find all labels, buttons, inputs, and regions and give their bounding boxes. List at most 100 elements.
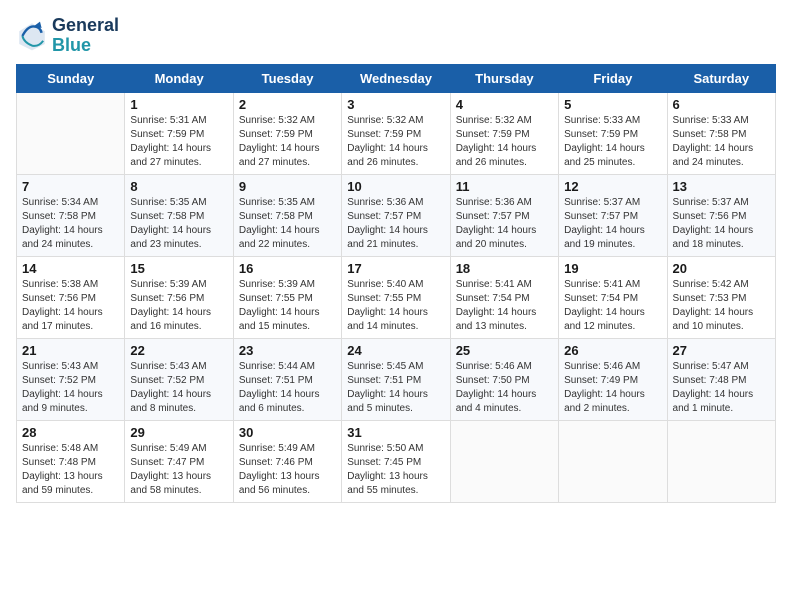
day-info: Sunrise: 5:31 AMSunset: 7:59 PMDaylight:…	[130, 114, 227, 170]
day-info: Sunrise: 5:49 AMSunset: 7:47 PMDaylight:…	[130, 442, 227, 498]
day-number: 10	[347, 179, 444, 194]
day-number: 8	[130, 179, 227, 194]
day-info: Sunrise: 5:46 AMSunset: 7:49 PMDaylight:…	[564, 360, 661, 416]
day-number: 11	[456, 179, 553, 194]
calendar-cell: 24 Sunrise: 5:45 AMSunset: 7:51 PMDayligh…	[342, 338, 450, 420]
day-info: Sunrise: 5:50 AMSunset: 7:45 PMDaylight:…	[347, 442, 444, 498]
weekday-header-sunday: Sunday	[17, 64, 125, 92]
calendar-cell	[450, 420, 558, 502]
day-info: Sunrise: 5:48 AMSunset: 7:48 PMDaylight:…	[22, 442, 119, 498]
logo-text: General Blue	[52, 16, 119, 56]
day-number: 3	[347, 97, 444, 112]
calendar-cell: 22 Sunrise: 5:43 AMSunset: 7:52 PMDayligh…	[125, 338, 233, 420]
day-info: Sunrise: 5:32 AMSunset: 7:59 PMDaylight:…	[347, 114, 444, 170]
calendar-cell: 25 Sunrise: 5:46 AMSunset: 7:50 PMDayligh…	[450, 338, 558, 420]
weekday-header-wednesday: Wednesday	[342, 64, 450, 92]
day-number: 9	[239, 179, 336, 194]
calendar-cell	[667, 420, 775, 502]
day-info: Sunrise: 5:37 AMSunset: 7:57 PMDaylight:…	[564, 196, 661, 252]
day-number: 22	[130, 343, 227, 358]
day-number: 18	[456, 261, 553, 276]
day-number: 30	[239, 425, 336, 440]
day-number: 4	[456, 97, 553, 112]
day-info: Sunrise: 5:49 AMSunset: 7:46 PMDaylight:…	[239, 442, 336, 498]
day-info: Sunrise: 5:37 AMSunset: 7:56 PMDaylight:…	[673, 196, 770, 252]
day-info: Sunrise: 5:36 AMSunset: 7:57 PMDaylight:…	[347, 196, 444, 252]
day-number: 23	[239, 343, 336, 358]
calendar-cell: 30 Sunrise: 5:49 AMSunset: 7:46 PMDayligh…	[233, 420, 341, 502]
calendar-cell: 9 Sunrise: 5:35 AMSunset: 7:58 PMDaylight…	[233, 174, 341, 256]
calendar-cell: 1Sunrise: 5:31 AMSunset: 7:59 PMDaylight…	[125, 92, 233, 174]
calendar-cell: 15 Sunrise: 5:39 AMSunset: 7:56 PMDayligh…	[125, 256, 233, 338]
day-number: 24	[347, 343, 444, 358]
calendar-cell: 23 Sunrise: 5:44 AMSunset: 7:51 PMDayligh…	[233, 338, 341, 420]
calendar-cell: 4 Sunrise: 5:32 AMSunset: 7:59 PMDaylight…	[450, 92, 558, 174]
day-number: 28	[22, 425, 119, 440]
day-info: Sunrise: 5:42 AMSunset: 7:53 PMDaylight:…	[673, 278, 770, 334]
day-number: 21	[22, 343, 119, 358]
calendar-cell: 18 Sunrise: 5:41 AMSunset: 7:54 PMDayligh…	[450, 256, 558, 338]
day-info: Sunrise: 5:46 AMSunset: 7:50 PMDaylight:…	[456, 360, 553, 416]
day-info: Sunrise: 5:33 AMSunset: 7:59 PMDaylight:…	[564, 114, 661, 170]
day-number: 15	[130, 261, 227, 276]
day-number: 13	[673, 179, 770, 194]
day-number: 5	[564, 97, 661, 112]
calendar-cell: 17 Sunrise: 5:40 AMSunset: 7:55 PMDayligh…	[342, 256, 450, 338]
calendar-cell: 11 Sunrise: 5:36 AMSunset: 7:57 PMDayligh…	[450, 174, 558, 256]
calendar-cell: 12 Sunrise: 5:37 AMSunset: 7:57 PMDayligh…	[559, 174, 667, 256]
day-number: 7	[22, 179, 119, 194]
day-info: Sunrise: 5:35 AMSunset: 7:58 PMDaylight:…	[239, 196, 336, 252]
day-number: 17	[347, 261, 444, 276]
calendar-week-row: 21 Sunrise: 5:43 AMSunset: 7:52 PMDayligh…	[17, 338, 776, 420]
day-info: Sunrise: 5:39 AMSunset: 7:55 PMDaylight:…	[239, 278, 336, 334]
calendar-cell: 16 Sunrise: 5:39 AMSunset: 7:55 PMDayligh…	[233, 256, 341, 338]
calendar-week-row: 14 Sunrise: 5:38 AMSunset: 7:56 PMDayligh…	[17, 256, 776, 338]
weekday-header-saturday: Saturday	[667, 64, 775, 92]
day-info: Sunrise: 5:35 AMSunset: 7:58 PMDaylight:…	[130, 196, 227, 252]
logo: General Blue	[16, 16, 119, 56]
calendar-cell: 5 Sunrise: 5:33 AMSunset: 7:59 PMDaylight…	[559, 92, 667, 174]
day-info: Sunrise: 5:47 AMSunset: 7:48 PMDaylight:…	[673, 360, 770, 416]
day-info: Sunrise: 5:36 AMSunset: 7:57 PMDaylight:…	[456, 196, 553, 252]
day-info: Sunrise: 5:33 AMSunset: 7:58 PMDaylight:…	[673, 114, 770, 170]
day-info: Sunrise: 5:45 AMSunset: 7:51 PMDaylight:…	[347, 360, 444, 416]
day-number: 19	[564, 261, 661, 276]
calendar-cell: 7 Sunrise: 5:34 AMSunset: 7:58 PMDaylight…	[17, 174, 125, 256]
day-info: Sunrise: 5:43 AMSunset: 7:52 PMDaylight:…	[22, 360, 119, 416]
day-info: Sunrise: 5:41 AMSunset: 7:54 PMDaylight:…	[564, 278, 661, 334]
weekday-header-thursday: Thursday	[450, 64, 558, 92]
logo-icon	[16, 20, 48, 52]
day-info: Sunrise: 5:32 AMSunset: 7:59 PMDaylight:…	[456, 114, 553, 170]
calendar-cell	[559, 420, 667, 502]
calendar-cell: 19 Sunrise: 5:41 AMSunset: 7:54 PMDayligh…	[559, 256, 667, 338]
day-info: Sunrise: 5:38 AMSunset: 7:56 PMDaylight:…	[22, 278, 119, 334]
day-number: 20	[673, 261, 770, 276]
day-number: 14	[22, 261, 119, 276]
calendar-cell	[17, 92, 125, 174]
day-number: 2	[239, 97, 336, 112]
day-info: Sunrise: 5:34 AMSunset: 7:58 PMDaylight:…	[22, 196, 119, 252]
calendar-cell: 8 Sunrise: 5:35 AMSunset: 7:58 PMDaylight…	[125, 174, 233, 256]
calendar-cell: 20 Sunrise: 5:42 AMSunset: 7:53 PMDayligh…	[667, 256, 775, 338]
day-number: 27	[673, 343, 770, 358]
weekday-header-row: SundayMondayTuesdayWednesdayThursdayFrid…	[17, 64, 776, 92]
day-number: 31	[347, 425, 444, 440]
day-info: Sunrise: 5:44 AMSunset: 7:51 PMDaylight:…	[239, 360, 336, 416]
calendar-cell: 14 Sunrise: 5:38 AMSunset: 7:56 PMDayligh…	[17, 256, 125, 338]
calendar-cell: 29 Sunrise: 5:49 AMSunset: 7:47 PMDayligh…	[125, 420, 233, 502]
weekday-header-friday: Friday	[559, 64, 667, 92]
calendar-cell: 6 Sunrise: 5:33 AMSunset: 7:58 PMDaylight…	[667, 92, 775, 174]
calendar-table: SundayMondayTuesdayWednesdayThursdayFrid…	[16, 64, 776, 503]
day-number: 16	[239, 261, 336, 276]
weekday-header-monday: Monday	[125, 64, 233, 92]
day-info: Sunrise: 5:41 AMSunset: 7:54 PMDaylight:…	[456, 278, 553, 334]
day-number: 26	[564, 343, 661, 358]
day-info: Sunrise: 5:40 AMSunset: 7:55 PMDaylight:…	[347, 278, 444, 334]
day-number: 6	[673, 97, 770, 112]
calendar-week-row: 1Sunrise: 5:31 AMSunset: 7:59 PMDaylight…	[17, 92, 776, 174]
day-number: 29	[130, 425, 227, 440]
day-info: Sunrise: 5:43 AMSunset: 7:52 PMDaylight:…	[130, 360, 227, 416]
day-number: 12	[564, 179, 661, 194]
day-info: Sunrise: 5:39 AMSunset: 7:56 PMDaylight:…	[130, 278, 227, 334]
day-number: 25	[456, 343, 553, 358]
